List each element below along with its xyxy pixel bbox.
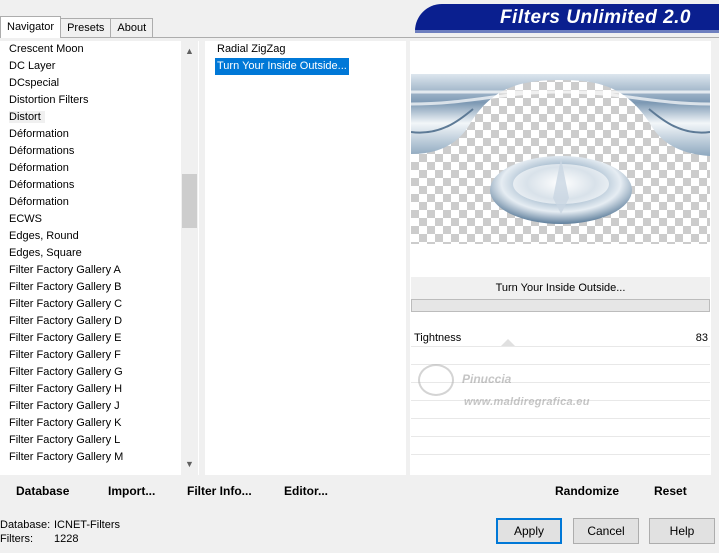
list-item[interactable]: Crescent Moon <box>0 41 199 58</box>
preview-image <box>411 74 710 244</box>
scroll-up-arrow-icon[interactable]: ▲ <box>181 43 198 60</box>
list-item[interactable]: Filter Factory Gallery A <box>0 262 199 279</box>
list-item[interactable]: Déformations <box>0 143 199 160</box>
reset-button[interactable]: Reset <box>654 484 687 498</box>
apply-button[interactable]: Apply <box>496 518 562 544</box>
filter-list[interactable]: Radial ZigZag Turn Your Inside Outside..… <box>205 41 406 475</box>
editor-button[interactable]: Editor... <box>284 484 328 498</box>
slider-empty <box>411 438 710 455</box>
tab-presets[interactable]: Presets <box>60 18 112 37</box>
param-value: 83 <box>695 332 708 344</box>
list-item[interactable]: Filter Factory Gallery B <box>0 279 199 296</box>
list-item-selected[interactable]: Distort <box>0 109 199 126</box>
parameter-sliders: Tightness 83 <box>411 330 710 460</box>
help-button[interactable]: Help <box>649 518 715 544</box>
slider-empty <box>411 366 710 383</box>
filter-info-button[interactable]: Filter Info... <box>187 484 252 498</box>
cancel-button[interactable]: Cancel <box>573 518 639 544</box>
watermark-signature: Pinuccia <box>462 372 512 386</box>
list-item[interactable]: Filter Factory Gallery E <box>0 330 199 347</box>
slider-empty <box>411 420 710 437</box>
list-item[interactable]: Déformations <box>0 177 199 194</box>
list-item[interactable]: Déformation <box>0 126 199 143</box>
slider-empty <box>411 348 710 365</box>
tab-bar: Navigator Presets About <box>0 16 154 38</box>
database-value: ICNET-Filters <box>54 519 120 531</box>
slider-marker-icon[interactable] <box>501 339 515 346</box>
list-item[interactable]: Filter Factory Gallery C <box>0 296 199 313</box>
list-item[interactable]: Déformation <box>0 194 199 211</box>
list-item[interactable]: DCspecial <box>0 75 199 92</box>
database-button[interactable]: Database <box>16 484 69 498</box>
list-item[interactable]: Filter Factory Gallery D <box>0 313 199 330</box>
database-label: Database: <box>0 519 51 531</box>
filter-item-selected[interactable]: Turn Your Inside Outside... <box>215 58 349 75</box>
list-item[interactable]: Filter Factory Gallery K <box>0 415 199 432</box>
watermark-logo-icon <box>418 364 454 396</box>
list-item[interactable]: Filter Factory Gallery M <box>0 449 199 466</box>
list-item[interactable]: Filter Factory Gallery G <box>0 364 199 381</box>
selected-filter-name: Turn Your Inside Outside... <box>411 277 710 299</box>
category-list[interactable]: Crescent Moon DC Layer DCspecial Distort… <box>0 41 199 475</box>
left-toolbar: Database Import... Filter Info... Editor… <box>2 475 406 503</box>
list-item[interactable]: Edges, Round <box>0 228 199 245</box>
list-item[interactable]: Déformation <box>0 160 199 177</box>
preview-effect-graphic <box>411 74 710 224</box>
list-item[interactable]: Distortion Filters <box>0 92 199 109</box>
slider-tightness[interactable]: Tightness 83 <box>411 330 710 347</box>
progress-bar <box>411 299 710 312</box>
tab-navigator[interactable]: Navigator <box>0 16 62 38</box>
app-banner-title: Filters Unlimited 2.0 <box>415 4 719 31</box>
randomize-button[interactable]: Randomize <box>555 484 619 498</box>
banner-underline <box>415 30 719 33</box>
list-item-label: Distort <box>9 111 45 123</box>
status-area: Database: ICNET-Filters Filters: 1228 <box>0 518 120 546</box>
scroll-down-arrow-icon[interactable]: ▼ <box>181 456 198 473</box>
import-button[interactable]: Import... <box>108 484 155 498</box>
watermark-url: www.maldiregrafica.eu <box>464 396 590 408</box>
scroll-thumb[interactable] <box>182 174 197 228</box>
list-item[interactable]: Filter Factory Gallery H <box>0 381 199 398</box>
list-item[interactable]: DC Layer <box>0 58 199 75</box>
list-item[interactable]: ECWS <box>0 211 199 228</box>
filter-item[interactable]: Radial ZigZag <box>215 41 287 58</box>
filters-label: Filters: <box>0 533 33 545</box>
category-scrollbar[interactable]: ▲ ▼ <box>181 41 198 475</box>
list-item[interactable]: Edges, Square <box>0 245 199 262</box>
list-item[interactable]: Filter Factory Gallery F <box>0 347 199 364</box>
right-toolbar: Randomize Reset <box>411 475 710 503</box>
list-item[interactable]: Filter Factory Gallery J <box>0 398 199 415</box>
list-item[interactable]: Filter Factory Gallery L <box>0 432 199 449</box>
filters-count: 1228 <box>54 533 79 545</box>
tab-about[interactable]: About <box>110 18 154 37</box>
param-label: Tightness <box>414 332 462 344</box>
